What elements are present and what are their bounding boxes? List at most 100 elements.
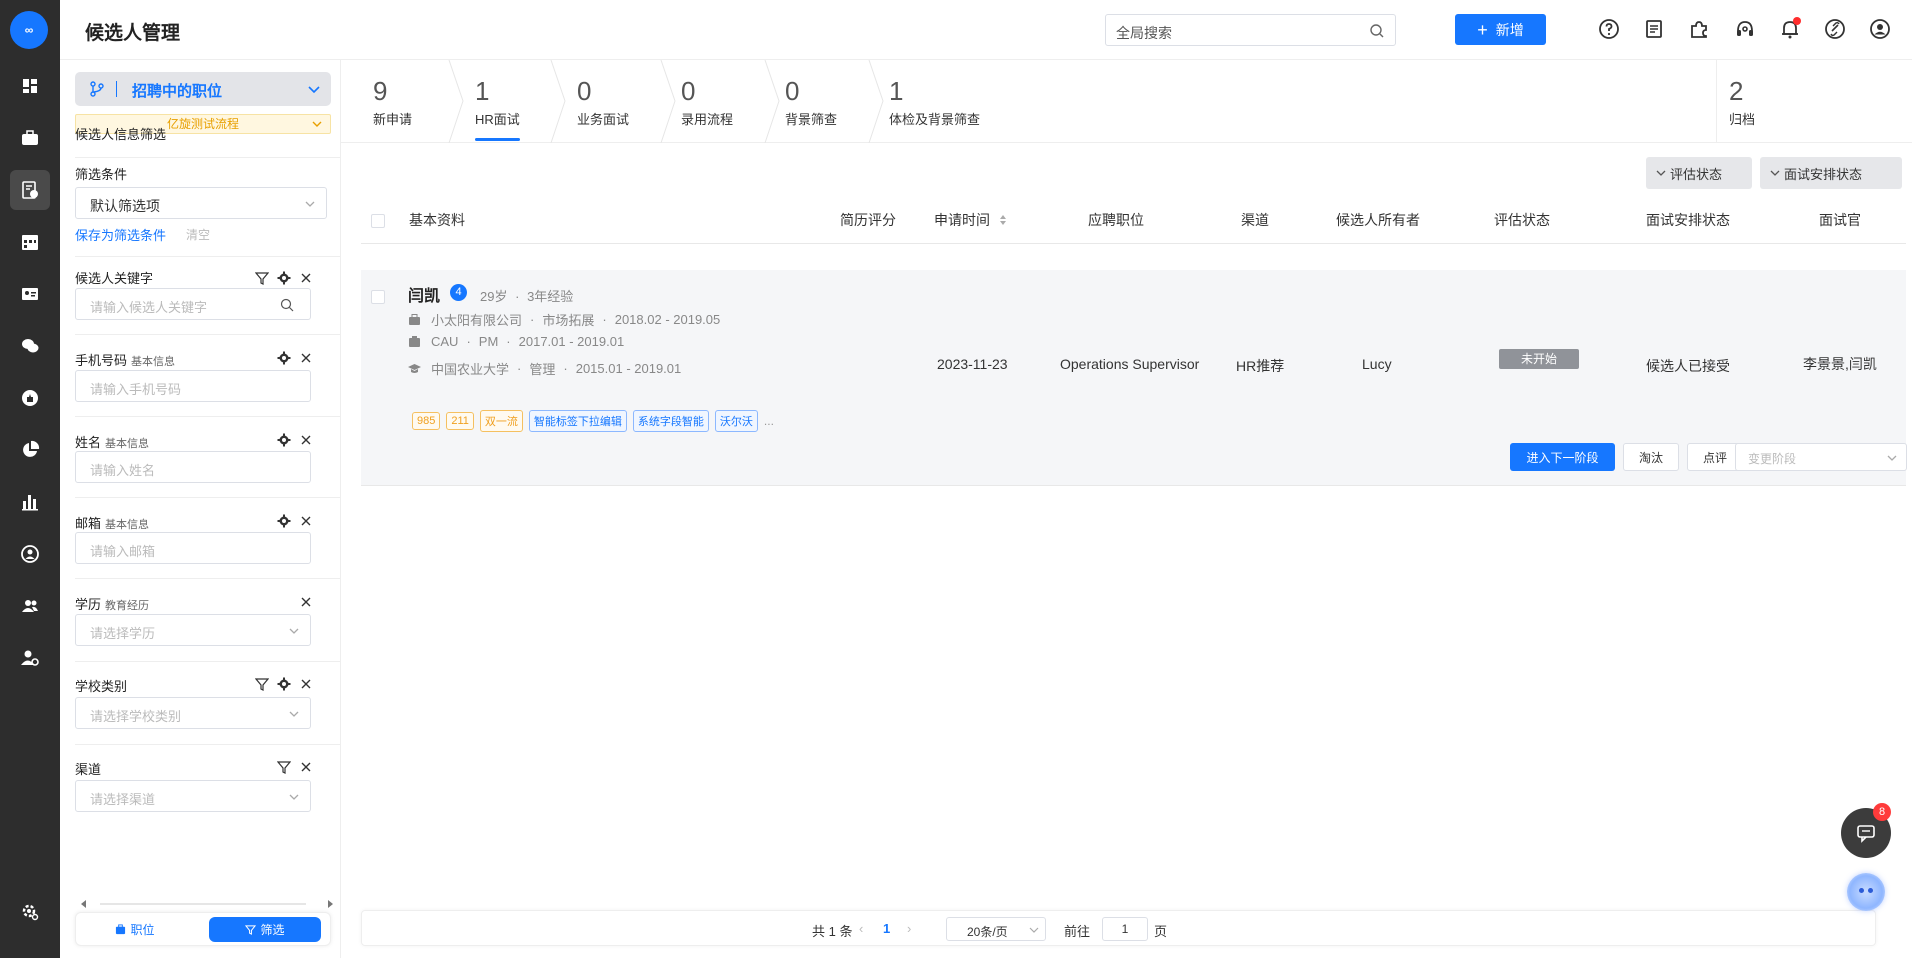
id-card-icon[interactable] bbox=[10, 274, 50, 314]
select-all-checkbox[interactable] bbox=[371, 214, 385, 228]
close-icon[interactable] bbox=[299, 351, 313, 365]
scroll-left-icon[interactable] bbox=[80, 900, 88, 908]
next-stage-button[interactable]: 进入下一阶段 bbox=[1510, 443, 1615, 471]
col-eval: 评估状态 bbox=[1494, 212, 1550, 228]
more-tags[interactable]: ... bbox=[764, 414, 774, 428]
field-label-channel: 渠道 bbox=[75, 759, 101, 778]
stage-label: 业务面试 bbox=[577, 112, 630, 127]
global-search-input[interactable]: 全局搜索 bbox=[1105, 14, 1396, 46]
clear-filter-link[interactable]: 清空 bbox=[186, 226, 210, 243]
save-filter-link[interactable]: 保存为筛选条件 bbox=[75, 225, 166, 244]
plugin-icon[interactable] bbox=[1687, 17, 1711, 41]
page-size-value: 20条/页 bbox=[967, 925, 1008, 939]
tab-position[interactable]: 职位 bbox=[80, 917, 190, 942]
close-icon[interactable] bbox=[299, 760, 313, 774]
filter-icon[interactable] bbox=[277, 760, 291, 774]
horizontal-scrollbar[interactable] bbox=[80, 900, 338, 908]
reject-button[interactable]: 淘汰 bbox=[1623, 443, 1679, 471]
stage-tab-offer[interactable]: 0 录用流程 bbox=[681, 60, 780, 143]
page-size-select[interactable]: 20条/页 bbox=[946, 917, 1046, 941]
next-page-icon[interactable]: › bbox=[907, 921, 911, 936]
phone-input[interactable]: 请输入手机号码 bbox=[75, 370, 311, 402]
link-icon[interactable] bbox=[1823, 17, 1847, 41]
stage-label: 录用流程 bbox=[681, 112, 734, 127]
stage-tab-new[interactable]: 9 新申请 bbox=[373, 60, 464, 143]
bar-chart-icon[interactable] bbox=[10, 482, 50, 522]
wechat-icon[interactable] bbox=[10, 326, 50, 366]
col-score[interactable]: 简历评分 bbox=[840, 210, 896, 230]
name-input[interactable]: 请输入姓名 bbox=[75, 451, 311, 483]
conditions-select[interactable]: 默认筛选项 bbox=[75, 187, 327, 219]
work-line: 小太阳有限公司 · 市场拓展 · 2018.02 - 2019.05 bbox=[408, 310, 720, 329]
bell-icon[interactable] bbox=[1778, 17, 1802, 41]
tag: 双一流 bbox=[479, 410, 523, 432]
stage-tab-archive[interactable]: 2 归档 bbox=[1729, 60, 1809, 143]
gear-icon[interactable] bbox=[277, 677, 291, 691]
interview-status-filter[interactable]: 面试安排状态 bbox=[1760, 157, 1902, 189]
close-icon[interactable] bbox=[299, 271, 313, 285]
document-icon[interactable] bbox=[1642, 17, 1666, 41]
goto-page-input[interactable]: 1 bbox=[1102, 917, 1148, 941]
scroll-right-icon[interactable] bbox=[326, 900, 334, 908]
candidate-age: 29岁 bbox=[480, 289, 508, 304]
tag: 系统字段智能 bbox=[632, 410, 709, 432]
gear-icon[interactable] bbox=[277, 433, 291, 447]
candidate-icon[interactable] bbox=[10, 170, 50, 210]
add-button[interactable]: + 新增 bbox=[1455, 14, 1546, 45]
count-badge: 4 bbox=[450, 284, 467, 301]
user-icon[interactable] bbox=[1868, 17, 1892, 41]
tab-position-label: 职位 bbox=[130, 923, 155, 937]
tag: 211 bbox=[446, 412, 474, 430]
settings-icon[interactable] bbox=[10, 892, 50, 932]
candidate-name[interactable]: 闫凯 bbox=[408, 282, 440, 306]
field-sub-label: 基本信息 bbox=[105, 519, 150, 531]
change-stage-select[interactable]: 变更阶段 bbox=[1735, 443, 1907, 471]
gear-icon[interactable] bbox=[277, 271, 291, 285]
help-icon[interactable] bbox=[1597, 17, 1621, 41]
close-icon[interactable] bbox=[299, 595, 313, 609]
table-row[interactable]: 闫凯 4 29岁 · 3年经验 小太阳有限公司 · 市场拓展 · 2018.02 -… bbox=[361, 270, 1907, 486]
close-icon[interactable] bbox=[299, 514, 313, 528]
app-logo[interactable]: ∞ bbox=[10, 11, 48, 49]
stage-count: 0 bbox=[577, 76, 592, 106]
close-icon[interactable] bbox=[299, 433, 313, 447]
close-icon[interactable] bbox=[299, 677, 313, 691]
row-checkbox[interactable] bbox=[371, 290, 385, 304]
prev-page-icon[interactable]: ‹ bbox=[859, 921, 863, 936]
briefcase-icon[interactable] bbox=[10, 118, 50, 158]
assistant-bot-icon[interactable] bbox=[1847, 873, 1885, 911]
stage-tab-background[interactable]: 0 背景筛查 bbox=[785, 60, 884, 143]
edu-major: 管理 bbox=[529, 362, 556, 377]
pie-chart-icon[interactable] bbox=[10, 430, 50, 470]
page-number[interactable]: 1 bbox=[883, 921, 890, 936]
eval-status-filter[interactable]: 评估状态 bbox=[1646, 157, 1752, 189]
stage-label: 归档 bbox=[1729, 112, 1756, 127]
keyword-input[interactable]: 请输入候选人关键字 bbox=[75, 288, 311, 320]
headset-icon[interactable] bbox=[1733, 17, 1757, 41]
position-selector[interactable]: 招聘中的职位 bbox=[75, 72, 331, 106]
dashboard-icon[interactable] bbox=[10, 66, 50, 106]
stage-tab-business[interactable]: 0 业务面试 bbox=[577, 60, 676, 143]
tab-filter[interactable]: 筛选 bbox=[209, 917, 321, 942]
filter-icon[interactable] bbox=[255, 677, 269, 691]
project-icon bbox=[409, 336, 420, 347]
talent-icon[interactable] bbox=[10, 378, 50, 418]
field-label-text: 手机号码 bbox=[75, 353, 128, 368]
dot-separator: · bbox=[466, 334, 471, 349]
education-select[interactable]: 请选择学历 bbox=[75, 614, 311, 646]
user-settings-icon[interactable] bbox=[10, 638, 50, 678]
person-circle-icon[interactable] bbox=[10, 534, 50, 574]
team-icon[interactable] bbox=[10, 586, 50, 626]
gear-icon[interactable] bbox=[277, 351, 291, 365]
calendar-icon[interactable] bbox=[10, 222, 50, 262]
filter-icon[interactable] bbox=[255, 271, 269, 285]
stage-tab-medical[interactable]: 1 体检及背景筛查 bbox=[889, 60, 1009, 143]
col-date[interactable]: 申请时间 bbox=[934, 210, 1008, 230]
channel-select[interactable]: 请选择渠道 bbox=[75, 780, 311, 812]
chevron-down-icon bbox=[308, 86, 320, 94]
gear-icon[interactable] bbox=[277, 514, 291, 528]
stage-tab-hr[interactable]: 1 HR面试 bbox=[475, 60, 566, 143]
school-type-select[interactable]: 请选择学校类别 bbox=[75, 697, 311, 729]
pagination: 共 1 条 ‹ 1 › 20条/页 前往 1 页 bbox=[361, 910, 1876, 946]
email-input[interactable]: 请输入邮箱 bbox=[75, 532, 311, 564]
